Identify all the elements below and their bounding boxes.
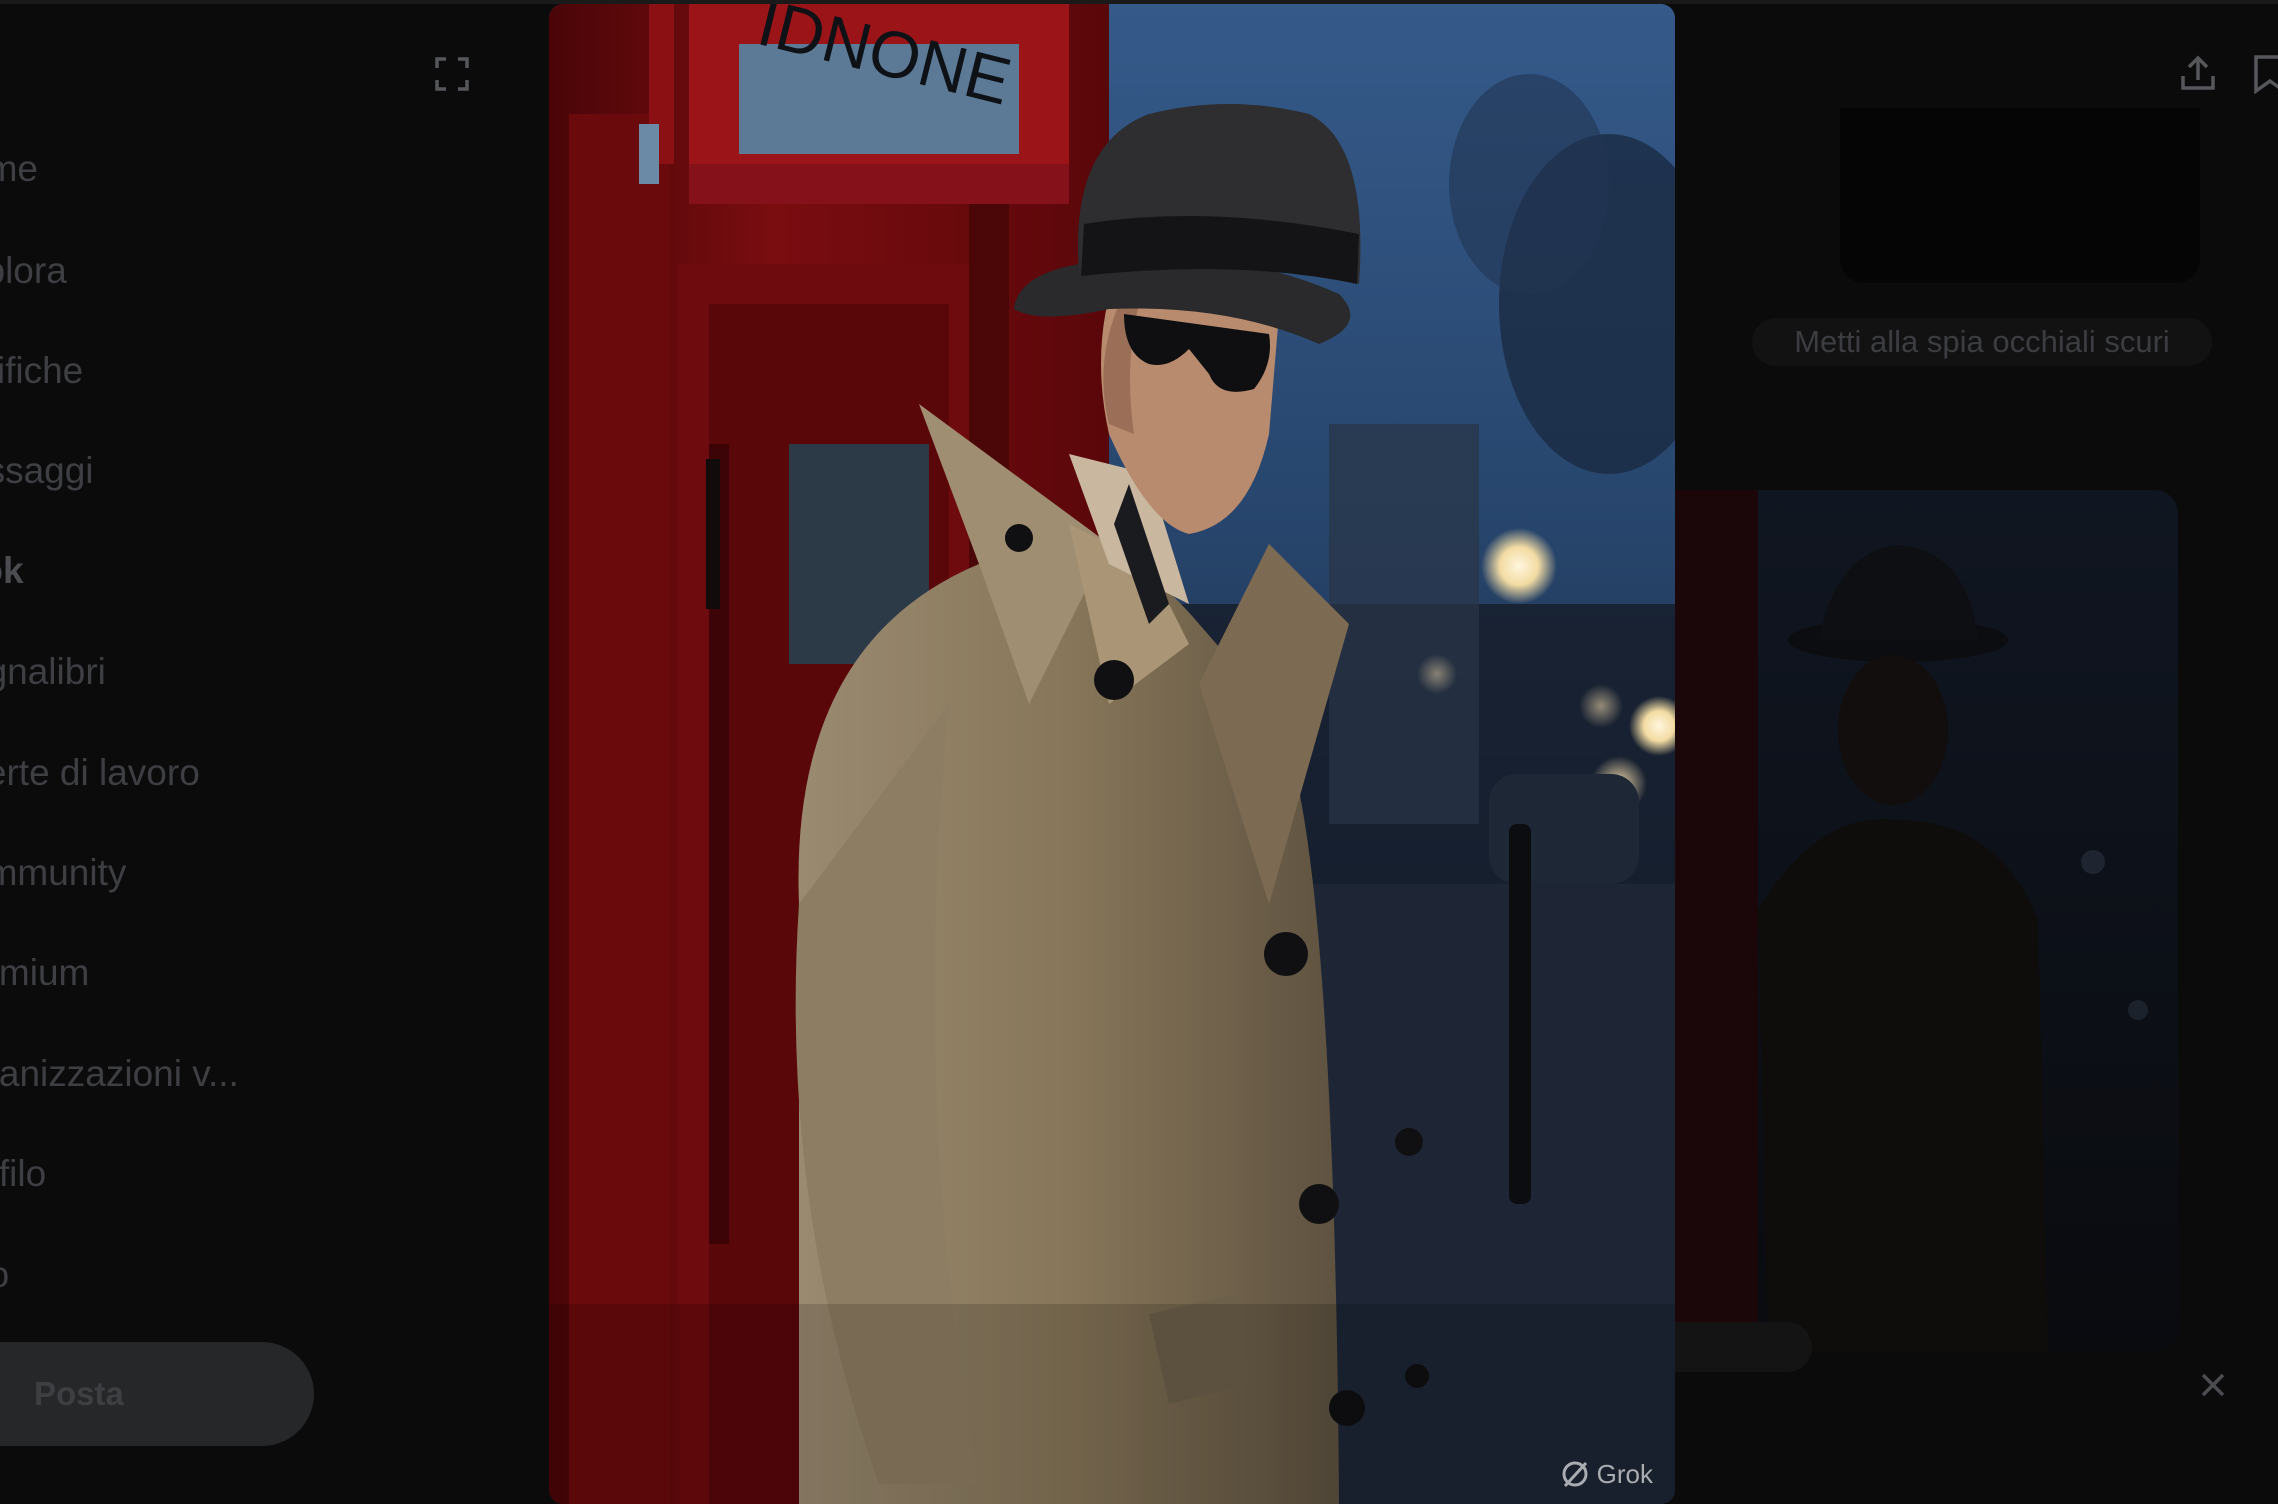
post-button[interactable]: Posta [0, 1342, 314, 1446]
dimmed-image-label [1668, 1322, 1812, 1372]
sidebar-nav: ome splora otifiche essaggi rok egnalibr… [0, 0, 330, 1504]
sidebar-item-premium[interactable]: remium [0, 943, 89, 1003]
sidebar-item-grok[interactable]: rok [0, 541, 24, 601]
sidebar-item-explore[interactable]: splora [0, 241, 67, 301]
sidebar-item-jobs[interactable]: fferte di lavoro [0, 743, 200, 803]
sidebar-item-messages[interactable]: essaggi [0, 441, 94, 501]
previous-image-thumbnail[interactable] [1840, 108, 2200, 283]
grok-watermark: Grok [1559, 1458, 1653, 1490]
watermark-label: Grok [1596, 1458, 1653, 1489]
bookmark-icon[interactable] [2252, 54, 2278, 94]
grok-logo-icon [1562, 1461, 1588, 1488]
sidebar-item-communities[interactable]: ommunity [0, 843, 126, 903]
main-image: IDNONE Grok [549, 4, 1675, 1504]
sidebar-item-home[interactable]: ome [0, 139, 38, 199]
dimmed-image-preview[interactable] [1668, 490, 2178, 1352]
sidebar-item-verified-orgs[interactable]: rganizzazioni v... [0, 1044, 239, 1104]
share-icon[interactable] [2178, 54, 2218, 94]
sidebar-item-bookmarks[interactable]: egnalibri [0, 642, 106, 702]
grok-suggestion-caption[interactable]: Metti alla spia occhiali scuri [1752, 318, 2212, 366]
close-icon[interactable] [2200, 1372, 2226, 1398]
sidebar-item-notifications[interactable]: otifiche [0, 341, 83, 401]
expand-icon[interactable] [434, 56, 470, 92]
sidebar-item-more[interactable]: tro [0, 1245, 9, 1305]
sidebar-item-profile[interactable]: rofilo [0, 1144, 46, 1204]
